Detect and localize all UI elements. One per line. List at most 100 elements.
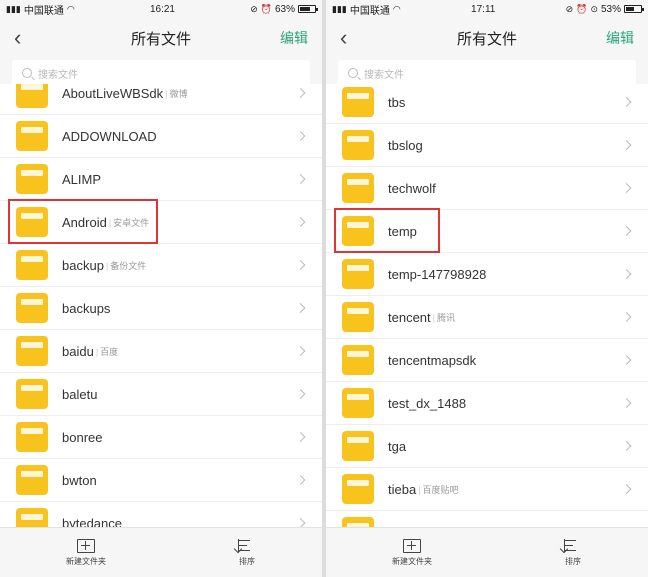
battery-fill (626, 7, 634, 11)
file-name: Android (62, 214, 107, 230)
folder-icon (16, 422, 48, 452)
file-note: 百度贴吧 (418, 483, 459, 496)
file-name: temp-147798928 (388, 266, 487, 282)
file-row[interactable]: bytedance (0, 502, 322, 527)
file-name: temp (388, 223, 417, 239)
new-folder-button[interactable]: 新建文件夹 (66, 538, 106, 567)
file-row[interactable]: Android安卓文件 (0, 199, 322, 244)
file-list[interactable]: tbs tbslog techwolf temp temp-147798928 tence… (326, 84, 648, 527)
file-note: 备份文件 (106, 259, 146, 272)
file-name: tieba (388, 481, 417, 497)
search-icon (348, 68, 358, 78)
alarm-icon: ⏰ (576, 3, 588, 14)
screenshot-comparison: ▮▮▮ 中国联通 ◠ 16:21 ⊘ ⏰ 63% ‹ 所有文件 编辑 搜索文件 … (0, 0, 648, 577)
back-button[interactable]: ‹ (340, 25, 370, 51)
chevron-right-icon (295, 260, 306, 270)
file-row[interactable]: baletu (0, 373, 322, 416)
file-name: backup (62, 257, 104, 273)
file-row[interactable]: tencentmapsdk (326, 339, 648, 382)
chevron-right-icon (295, 389, 306, 399)
file-row[interactable]: baidu百度 (0, 330, 322, 373)
file-row[interactable]: bwton (0, 459, 322, 502)
wifi-icon: ◠ (392, 3, 401, 14)
folder-icon (16, 336, 48, 366)
file-row[interactable]: backup备份文件 (0, 244, 322, 287)
file-row[interactable]: tbs (326, 84, 648, 124)
folder-icon (16, 164, 48, 194)
signal-icon: ▮▮▮ (6, 3, 21, 14)
file-list[interactable]: AboutLiveWBSdk微博 ADDOWNLOAD ALIMP Android安卓… (0, 84, 322, 527)
chevron-right-icon (295, 475, 306, 485)
new-folder-icon (77, 538, 95, 553)
sort-icon (238, 538, 256, 553)
back-button[interactable]: ‹ (14, 25, 44, 51)
file-row[interactable]: tga (326, 425, 648, 468)
sort-icon (564, 538, 582, 553)
folder-icon (342, 431, 374, 461)
folder-icon (342, 259, 374, 289)
sort-button[interactable]: 排序 (564, 538, 582, 567)
nav-bar: ‹ 所有文件 编辑 (326, 18, 648, 58)
search-placeholder: 搜索文件 (38, 69, 78, 81)
folder-icon (16, 379, 48, 409)
file-row[interactable]: backups (0, 287, 322, 330)
file-row[interactable]: tbslog (326, 124, 648, 167)
folder-icon (16, 508, 48, 527)
chevron-right-icon (621, 97, 632, 107)
folder-icon (16, 121, 48, 151)
file-row[interactable]: tieba百度贴吧 (326, 468, 648, 511)
edit-button[interactable]: 编辑 (278, 28, 308, 48)
search-input[interactable]: 搜索文件 (12, 60, 310, 86)
chevron-right-icon (621, 398, 632, 408)
chevron-right-icon (295, 303, 306, 313)
clock: 17:11 (471, 3, 496, 15)
chevron-right-icon (621, 226, 632, 236)
file-row[interactable]: ADDOWNLOAD (0, 115, 322, 158)
file-row[interactable]: tencent腾讯 (326, 296, 648, 339)
sort-label: 排序 (239, 556, 255, 566)
folder-icon (16, 250, 48, 280)
file-list-items: tbs tbslog techwolf temp temp-147798928 tence… (326, 84, 648, 527)
phone-screen-left: ▮▮▮ 中国联通 ◠ 16:21 ⊘ ⏰ 63% ‹ 所有文件 编辑 搜索文件 … (0, 0, 322, 577)
battery-icon (298, 5, 318, 13)
folder-icon (342, 130, 374, 160)
file-row[interactable]: temp-147798928 (326, 253, 648, 296)
file-name: ALIMP (62, 171, 102, 187)
file-row[interactable]: ALIMP (0, 158, 322, 201)
sort-button[interactable]: 排序 (238, 538, 256, 567)
folder-icon (342, 302, 374, 332)
file-row[interactable]: tieba2 (326, 511, 648, 527)
file-row[interactable]: techwolf (326, 167, 648, 210)
file-row[interactable]: AboutLiveWBSdk微博 (0, 84, 322, 115)
alarm-icon: ⏰ (260, 3, 272, 14)
file-note: 百度 (96, 345, 118, 358)
new-folder-button[interactable]: 新建文件夹 (392, 538, 432, 567)
file-name: baletu (62, 386, 98, 402)
search-icon (22, 68, 32, 78)
file-note: 微博 (165, 87, 188, 100)
folder-icon (342, 517, 374, 527)
file-name: techwolf (388, 180, 436, 196)
chevron-right-icon (295, 131, 306, 141)
file-name: bwton (62, 472, 97, 488)
chevron-right-icon (621, 269, 632, 279)
bottom-toolbar: 新建文件夹 排序 (0, 527, 322, 577)
file-name: tencentmapsdk (388, 352, 477, 368)
search-input[interactable]: 搜索文件 (338, 60, 636, 86)
folder-icon (16, 207, 48, 237)
chevron-right-icon (621, 312, 632, 322)
chevron-right-icon (295, 174, 306, 184)
folder-icon (342, 388, 374, 418)
edit-button[interactable]: 编辑 (604, 28, 634, 48)
file-name: tbs (388, 94, 406, 110)
file-row[interactable]: test_dx_1488 (326, 382, 648, 425)
bottom-toolbar: 新建文件夹 排序 (326, 527, 648, 577)
chevron-right-icon (295, 88, 306, 98)
file-row[interactable]: temp (326, 208, 648, 253)
file-name: tbslog (388, 137, 423, 153)
file-row[interactable]: bonree (0, 416, 322, 459)
battery-icon (624, 5, 644, 13)
chevron-right-icon (621, 441, 632, 451)
file-name: tga (388, 438, 407, 454)
signal-icon: ▮▮▮ (332, 3, 347, 14)
